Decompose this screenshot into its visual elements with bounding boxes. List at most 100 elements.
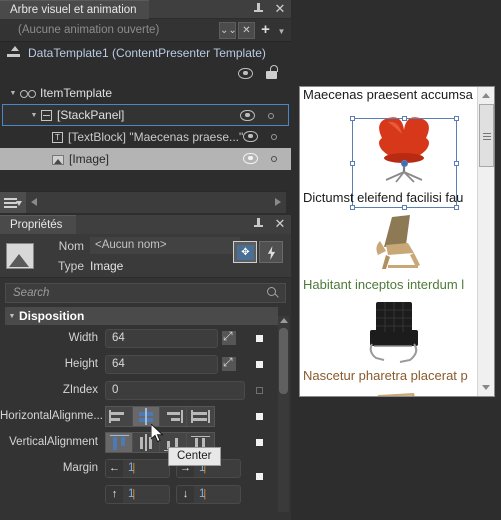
- scroll-left-button[interactable]: [26, 192, 42, 213]
- visual-tree: ▼ ItemTemplate ▼ [StackPanel] T [TextBlo…: [0, 82, 291, 170]
- align-right-button[interactable]: [160, 406, 187, 426]
- property-row-margin-2: ↑ 1 | ↓ 1 |: [0, 473, 291, 507]
- tree-row[interactable]: ▼ ItemTemplate: [0, 82, 291, 104]
- template-scope-row[interactable]: DataTemplate1 (ContentPresenter Template…: [0, 42, 291, 64]
- text-cursor: |: [132, 462, 136, 474]
- twisty-icon[interactable]: ▼: [5, 313, 19, 320]
- image-thumbnail: [6, 242, 34, 269]
- height-label: Height: [64, 358, 98, 370]
- view-toggle-buttons: ✥: [233, 241, 283, 263]
- advanced-options-marker[interactable]: [256, 387, 263, 394]
- auto-size-icon[interactable]: [222, 355, 236, 371]
- lock-toggle[interactable]: [268, 113, 274, 119]
- animation-buttons: ⌄⌄ ✕ + ▼: [219, 21, 291, 39]
- tree-footer: [0, 191, 286, 213]
- list-item-image-wrap: [300, 205, 478, 277]
- list-item-image-wrap: [300, 383, 478, 396]
- name-row: Nom <Aucun nom>: [42, 236, 240, 256]
- disposition-rows: Width 64 Height 64 ZIndex 0 HorizontalAl…: [0, 325, 291, 507]
- tab-properties[interactable]: Propriétés: [0, 215, 77, 234]
- advanced-options-marker[interactable]: [256, 361, 263, 368]
- list-item[interactable]: Dictumst eleifend facilisi fau: [300, 190, 478, 277]
- list-item-text: Nascetur pharetra placerat p: [303, 368, 468, 383]
- tree-row[interactable]: [Image]: [0, 148, 291, 170]
- list-item[interactable]: Maecenas praesent accumsa: [300, 87, 478, 210]
- scroll-right-button[interactable]: [270, 192, 286, 213]
- search-input[interactable]: [6, 287, 256, 299]
- lock-toggle[interactable]: [271, 134, 277, 140]
- margin-top-field[interactable]: ↑ 1 |: [105, 484, 170, 504]
- auto-size-icon[interactable]: [222, 329, 236, 345]
- margin-left-field[interactable]: ← 1 |: [105, 458, 170, 478]
- margin-bottom-field[interactable]: ↓ 1 |: [176, 484, 241, 504]
- search-icon: [267, 287, 279, 300]
- advanced-options-marker[interactable]: [256, 335, 263, 342]
- black-barcelona-chair-image[interactable]: [354, 294, 438, 368]
- wood-lounge-chair-image[interactable]: [362, 207, 438, 277]
- close-icon[interactable]: ✕: [273, 2, 287, 17]
- scroll-up-arrow[interactable]: [280, 318, 288, 323]
- eye-icon[interactable]: [243, 131, 258, 145]
- close-icon[interactable]: ✕: [273, 217, 287, 232]
- mouse-cursor: [151, 424, 164, 443]
- template-scope-label: DataTemplate1 (ContentPresenter Template…: [28, 46, 266, 60]
- margin-label: Margin: [62, 462, 98, 474]
- eye-icon[interactable]: [243, 153, 258, 167]
- layers-icon[interactable]: [0, 192, 26, 213]
- tree-column-headers: [0, 64, 291, 82]
- width-input[interactable]: 64: [105, 328, 218, 348]
- height-input[interactable]: 64: [105, 354, 218, 374]
- tree-node-label: [StackPanel]: [57, 108, 125, 122]
- advanced-options-marker[interactable]: [256, 473, 263, 480]
- name-input[interactable]: <Aucun nom>: [90, 237, 240, 254]
- tan-folding-chair-image[interactable]: [358, 387, 438, 396]
- pin-icon[interactable]: [252, 2, 266, 17]
- align-left-button[interactable]: [106, 406, 133, 426]
- events-view-button[interactable]: [259, 241, 283, 263]
- section-header-disposition[interactable]: ▼ Disposition: [5, 307, 278, 325]
- preview-scrollbar[interactable]: [477, 87, 494, 396]
- twisty-icon[interactable]: ▼: [6, 90, 20, 97]
- add-animation-button[interactable]: +: [257, 21, 274, 39]
- align-center-button[interactable]: [133, 406, 160, 426]
- vertical-alignment-label: VerticalAlignment: [9, 436, 98, 448]
- properties-scrollbar[interactable]: [278, 316, 289, 512]
- arrow-left-icon: ←: [106, 459, 123, 477]
- scroll-down-arrow[interactable]: [482, 385, 490, 390]
- stackpanel-icon: [41, 110, 52, 121]
- horizontal-scrollbar-track[interactable]: [42, 192, 270, 213]
- close-animation-icon[interactable]: ✕: [238, 21, 255, 39]
- scroll-up-arrow[interactable]: [482, 93, 490, 98]
- property-row-height: Height 64: [0, 351, 291, 377]
- list-item[interactable]: Habitant inceptos interdum l: [300, 277, 478, 368]
- chevron-down-icon[interactable]: ⌄⌄: [219, 21, 237, 39]
- tab-actions: ✕: [252, 217, 287, 232]
- tab-visual-tree[interactable]: Arbre visuel et animation: [0, 0, 149, 19]
- alignment-tooltip: Center: [168, 447, 221, 466]
- align-stretch-button[interactable]: [187, 406, 214, 426]
- image-icon: [52, 155, 64, 165]
- eye-icon[interactable]: [240, 110, 255, 124]
- tree-row[interactable]: T [TextBlock] "Maecenas praese...": [0, 126, 291, 148]
- tree-row[interactable]: ▼ [StackPanel]: [2, 104, 289, 126]
- zindex-input[interactable]: 0: [105, 380, 245, 400]
- template-scope-icon: [6, 46, 22, 60]
- advanced-options-marker[interactable]: [256, 439, 263, 446]
- properties-tabbar: Propriétés ✕: [0, 215, 291, 234]
- advanced-options-marker[interactable]: [256, 413, 263, 420]
- valign-top-button[interactable]: [106, 432, 133, 452]
- blend-window: Arbre visuel et animation ✕ (Aucune anim…: [0, 0, 501, 520]
- search-box[interactable]: [5, 283, 286, 303]
- list-item[interactable]: Nascetur pharetra placerat p: [300, 368, 478, 396]
- scrollbar-thumb[interactable]: [479, 104, 494, 167]
- zindex-label: ZIndex: [62, 384, 98, 396]
- property-row-zindex: ZIndex 0: [0, 377, 291, 403]
- pin-icon[interactable]: [252, 217, 266, 232]
- twisty-icon[interactable]: ▼: [27, 112, 41, 119]
- scrollbar-thumb[interactable]: [279, 328, 288, 394]
- caret-down-icon[interactable]: ▼: [276, 22, 287, 39]
- search-area: [0, 278, 291, 307]
- lock-toggle[interactable]: [271, 156, 277, 162]
- properties-view-button[interactable]: ✥: [233, 241, 257, 263]
- horizontal-alignment-label: HorizontalAlignme...: [0, 410, 103, 422]
